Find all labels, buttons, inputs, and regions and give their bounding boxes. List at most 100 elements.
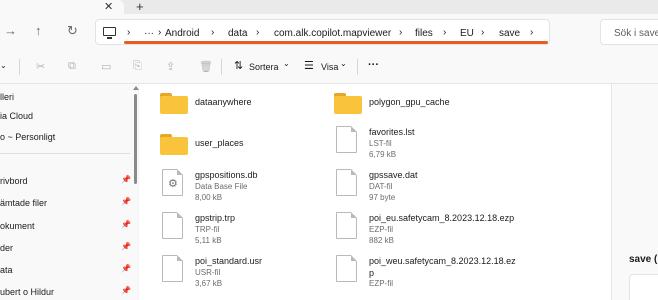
file-name: poi_eu.safetycam_8.2023.12.18.ezp	[369, 213, 515, 223]
sidebar-item-documents[interactable]: okument 📌	[0, 217, 131, 237]
pin-icon: 📌	[121, 197, 131, 206]
chevron-right-icon[interactable]: ›	[211, 27, 214, 38]
up-icon[interactable]: ↑	[35, 23, 42, 38]
chevron-right-icon[interactable]: ›	[158, 27, 161, 38]
close-tab-icon[interactable]: ✕	[104, 0, 113, 13]
sidebar-item-pictures[interactable]: der 📌	[0, 239, 131, 259]
command-bar: ⌄ ✂ ⧉ ▭ ⎘ ⇪ 🗑 ⇅ Sortera ⌄ ☰ Visa ⌄ ···	[0, 50, 658, 84]
sidebar-item-label: lleri	[0, 92, 15, 102]
sidebar-item-label: okument	[0, 221, 35, 231]
file-icon	[336, 169, 357, 196]
search-placeholder: Sök i save	[614, 28, 658, 39]
chevron-right-icon[interactable]: ›	[481, 27, 484, 38]
sidebar-item-desktop[interactable]: rivbord 📌	[0, 172, 131, 192]
file-name: gpstrip.trp	[195, 213, 236, 223]
chevron-down-icon[interactable]: ⌄	[283, 59, 290, 68]
copy-icon[interactable]: ⧉	[68, 60, 76, 73]
file-name: gpspositions.db	[195, 170, 258, 180]
view-button[interactable]: Visa	[321, 62, 338, 72]
pin-icon: 📌	[121, 242, 131, 251]
breadcrumb-save[interactable]: save	[499, 28, 520, 39]
sidebar-item-icloud[interactable]: ia Cloud	[0, 107, 130, 127]
forward-icon[interactable]: →	[4, 23, 17, 38]
delete-icon[interactable]: 🗑	[199, 60, 213, 73]
breadcrumb-eu[interactable]: EU	[460, 28, 474, 39]
list-item[interactable]: favorites.lst LST-fil 6,79 kB	[334, 124, 554, 164]
this-pc-icon[interactable]	[103, 27, 116, 39]
share-icon[interactable]: ⇪	[166, 60, 175, 73]
refresh-icon[interactable]: ↻	[67, 23, 78, 39]
folder-icon	[160, 134, 188, 155]
list-item[interactable]: poi_eu.safetycam_8.2023.12.18.ezp EZP-fi…	[334, 210, 554, 250]
new-chevron-icon[interactable]: ⌄	[0, 61, 7, 70]
file-type: EZP-fil	[369, 279, 393, 288]
file-size: 97 byte	[369, 193, 396, 202]
breadcrumb-files[interactable]: files	[415, 28, 433, 39]
file-name: poi_standard.usr	[195, 256, 263, 266]
file-type: TRP-fil	[195, 225, 220, 234]
address-row: → ↑ ↻ › ··· › Android › data › com.alk.c…	[0, 14, 658, 50]
file-size: 3,67 kB	[195, 279, 223, 288]
sidebar-item-label: ia Cloud	[0, 111, 34, 121]
file-icon	[336, 212, 357, 239]
file-size: 8,00 kB	[195, 193, 223, 202]
folder-icon	[160, 93, 188, 114]
cut-icon[interactable]: ✂	[36, 60, 45, 73]
sidebar-item-label: o ~ Personligt	[0, 132, 56, 142]
list-item[interactable]: polygon_gpu_cache	[334, 89, 554, 129]
rename-icon[interactable]: ⎘	[133, 60, 142, 73]
file-name: dataanywhere	[195, 97, 252, 107]
breadcrumb-overflow[interactable]: ···	[144, 28, 154, 39]
sidebar-item-gallery[interactable]: lleri	[0, 88, 130, 108]
new-tab-icon[interactable]: +	[136, 0, 144, 14]
address-highlight	[124, 41, 548, 44]
file-icon	[336, 255, 357, 282]
search-input[interactable]: Sök i save	[600, 19, 658, 45]
view-icon[interactable]: ☰	[304, 59, 314, 72]
sidebar-item-downloads[interactable]: ämtade filer 📌	[0, 194, 131, 214]
sort-icon[interactable]: ⇅	[234, 59, 243, 72]
breadcrumb-android[interactable]: Android	[165, 28, 199, 39]
chevron-right-icon[interactable]: ›	[443, 27, 446, 38]
details-preview	[629, 274, 658, 300]
sidebar-divider	[0, 153, 130, 154]
details-title: save (	[629, 254, 658, 265]
file-icon	[336, 126, 357, 153]
sidebar-item-onedrive[interactable]: o ~ Personligt	[0, 128, 130, 148]
active-tab[interactable]: ✕	[0, 0, 124, 14]
folder-icon	[334, 93, 362, 114]
scrollbar-thumb[interactable]	[134, 94, 137, 184]
file-name: polygon_gpu_cache	[369, 97, 450, 107]
list-item[interactable]: poi_weu.safetycam_8.2023.12.18.ez p EZP-…	[334, 253, 554, 293]
file-size: 5,11 kB	[195, 236, 222, 245]
chevron-right-icon[interactable]: ›	[530, 27, 533, 38]
more-options-button[interactable]: ···	[368, 59, 379, 71]
file-name-wrap: p	[369, 268, 375, 278]
sidebar-item-hubert-hildur[interactable]: ubert o Hildur 📌	[0, 283, 131, 300]
sort-button[interactable]: Sortera	[249, 62, 279, 72]
file-size: 882 kB	[369, 236, 394, 245]
pin-icon: 📌	[121, 286, 131, 295]
file-name: favorites.lst	[369, 127, 415, 137]
divider	[221, 59, 222, 75]
file-icon	[162, 212, 183, 239]
sidebar-item-label: ata	[0, 265, 13, 275]
sidebar-item-label: rivbord	[0, 176, 28, 186]
file-name: poi_weu.safetycam_8.2023.12.18.ez	[369, 256, 516, 266]
chevron-right-icon[interactable]: ›	[399, 27, 402, 38]
chevron-right-icon[interactable]: ›	[127, 27, 130, 38]
list-item[interactable]: gpssave.dat DAT-fil 97 byte	[334, 167, 554, 207]
tab-strip: ✕ +	[0, 0, 658, 14]
breadcrumb-package[interactable]: com.alk.copilot.mapviewer	[274, 28, 391, 39]
sidebar-item-label: der	[0, 243, 14, 253]
navigation-pane: lleri ia Cloud o ~ Personligt rivbord 📌 …	[0, 84, 139, 300]
file-type: EZP-fil	[369, 225, 393, 234]
paste-icon[interactable]: ▭	[101, 60, 111, 73]
chevron-right-icon[interactable]: ›	[256, 27, 259, 38]
breadcrumb-data[interactable]: data	[228, 28, 247, 39]
sidebar-item-data[interactable]: ata 📌	[0, 261, 131, 281]
divider	[19, 59, 20, 75]
file-name: user_places	[195, 138, 244, 148]
chevron-down-icon[interactable]: ⌄	[340, 59, 347, 68]
details-pane: save (	[611, 84, 658, 300]
